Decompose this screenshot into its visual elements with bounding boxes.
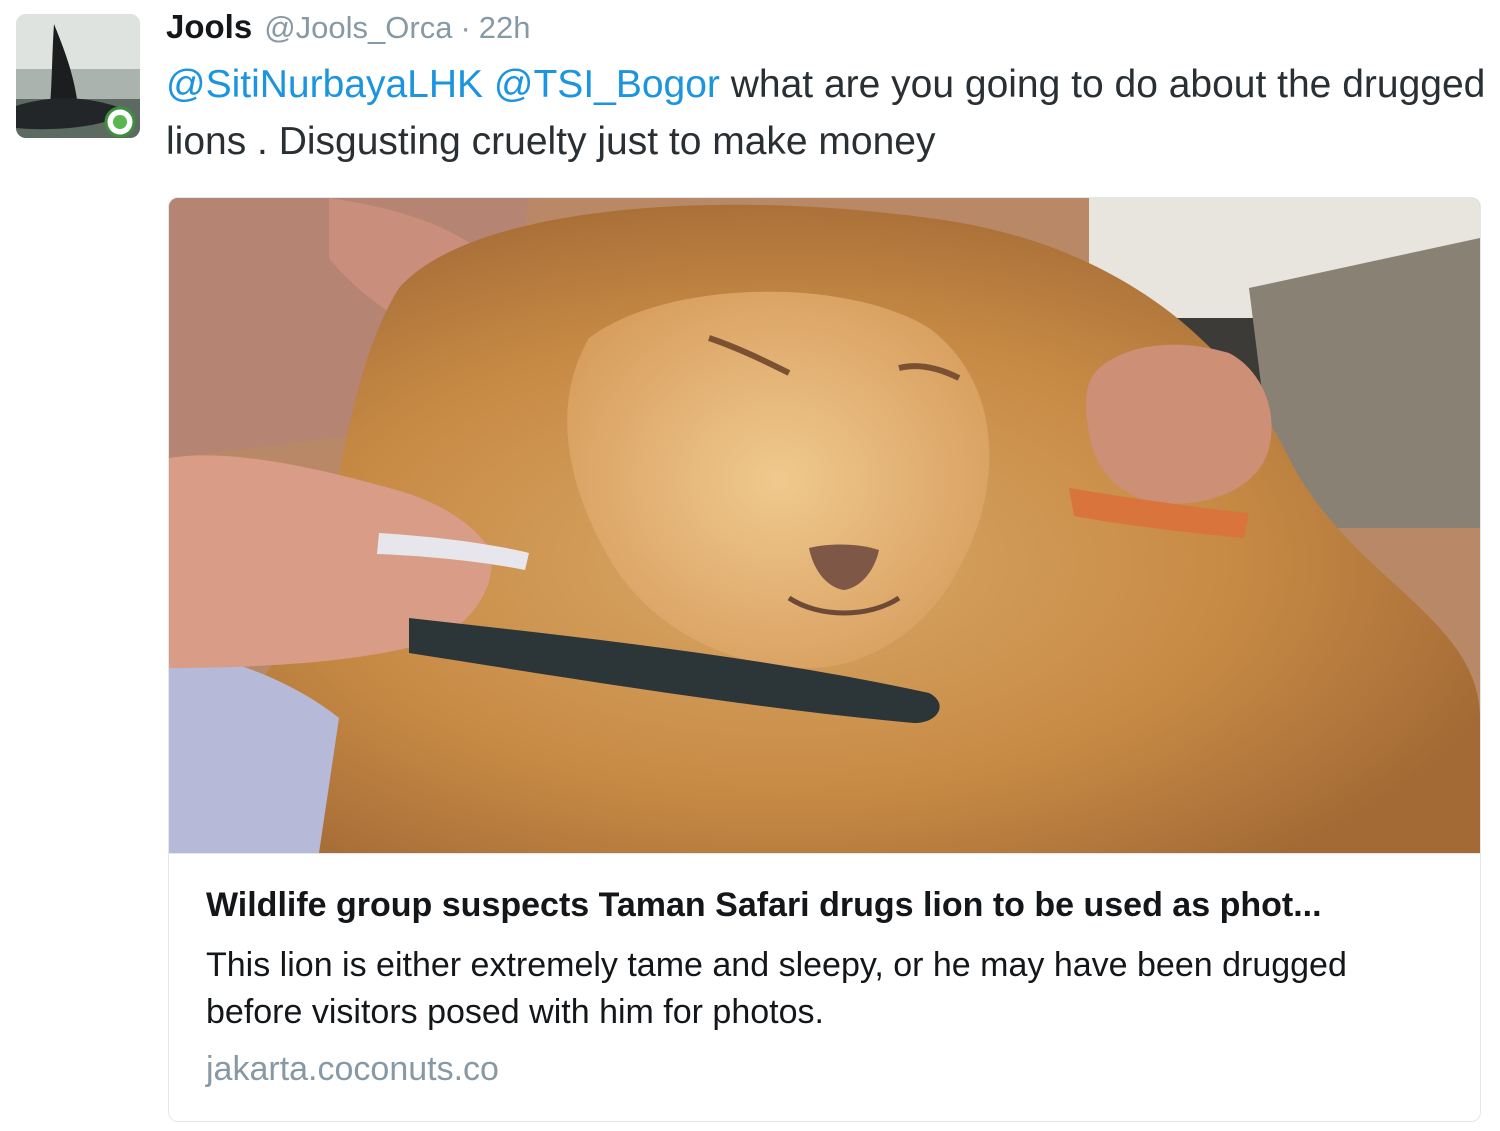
card-title[interactable]: Wildlife group suspects Taman Safari dru… [206, 886, 1446, 925]
card-description: This lion is either extremely tame and s… [206, 946, 1347, 1031]
mention-link[interactable]: @SitiNurbayaLHK [166, 63, 483, 106]
tweet: Jools @Jools_Orca · 22h @SitiNurbayaLHK … [0, 0, 1500, 1131]
card-domain[interactable]: jakarta.coconuts.co [206, 1050, 499, 1089]
orca-avatar-icon[interactable] [16, 14, 140, 138]
tweet-text: @SitiNurbayaLHK @TSI_Bogor what are you … [166, 56, 1486, 170]
author-handle[interactable]: @Jools_Orca [264, 10, 452, 46]
sedated-lion-photo[interactable] [169, 198, 1480, 854]
tweet-timestamp[interactable]: 22h [479, 10, 531, 46]
author-display-name[interactable]: Jools [166, 8, 252, 46]
header-separator: · [460, 10, 471, 45]
mention-link[interactable]: @TSI_Bogor [494, 63, 720, 106]
link-preview-card[interactable]: Wildlife group suspects Taman Safari dru… [168, 197, 1481, 1122]
tweet-header: Jools @Jools_Orca · 22h [166, 8, 531, 52]
